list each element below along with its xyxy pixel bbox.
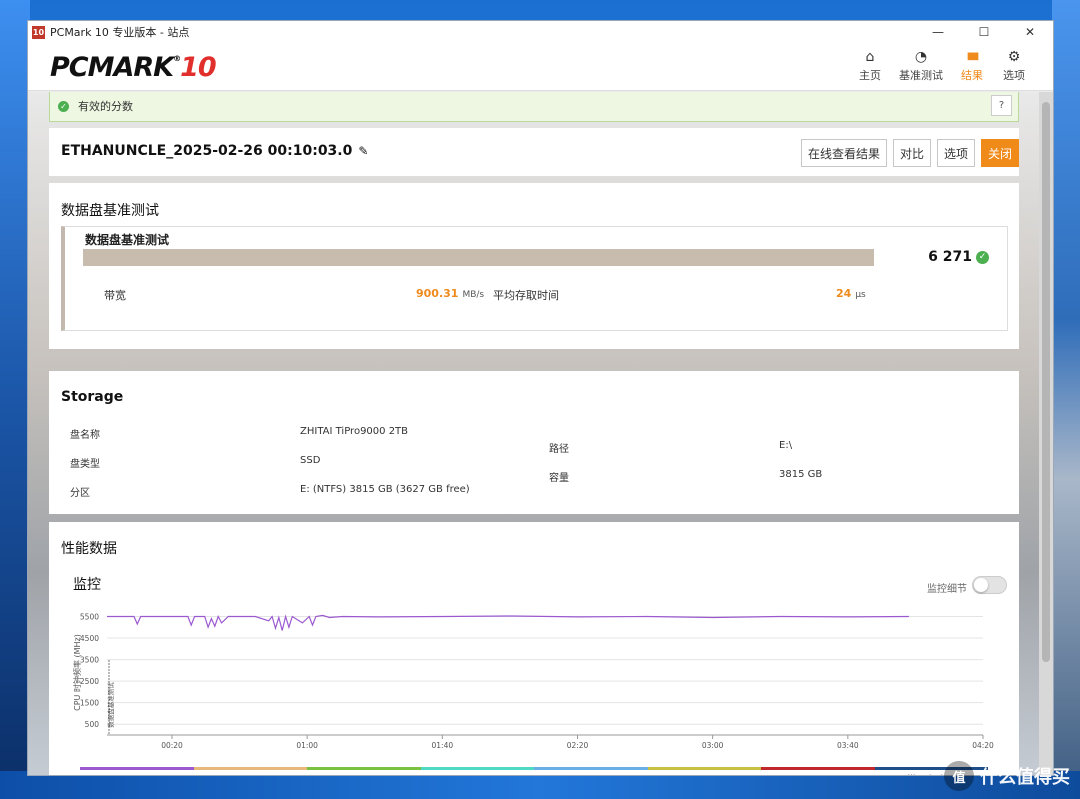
valid-score-banner: ✓ 有效的分数 ? — [49, 92, 1019, 122]
compare-button[interactable]: 对比 — [892, 139, 931, 167]
chart-legend: CPU 时钟频率 (MHz)GPU 内存时钟频率 (MHz)GPU核心时钟 (M… — [80, 767, 988, 775]
y-axis-label: CPU 时钟频率 (MHz) — [72, 634, 82, 711]
view-online-button[interactable]: 在线查看结果 — [800, 139, 887, 167]
nav-benchmarks-label: 基准测试 — [899, 69, 943, 82]
valid-score-text: 有效的分数 — [78, 100, 133, 113]
legend-item[interactable]: CPU 温度 (°C) — [420, 767, 534, 775]
desktop-background-right — [1052, 0, 1080, 799]
pencil-icon[interactable]: ✎ — [358, 144, 368, 158]
home-icon: ⌂ — [865, 49, 875, 65]
toggle-knob — [974, 578, 988, 592]
legend-item[interactable]: GPU核心时钟 (MHz) — [307, 767, 421, 775]
path-value: E:\ — [779, 440, 793, 451]
app-header: PCMARK®10 ⌂ 主页 ◔ 基准测试 ▮▮▮ 结果 ⚙ 选项 — [28, 43, 1053, 91]
gear-icon: ⚙ — [1007, 49, 1021, 65]
y-tick-label: 1500 — [80, 699, 99, 708]
benchmark-marker-label: 数据盘基准测试 — [106, 682, 115, 728]
drive-name-label: 盘名称 — [70, 430, 100, 441]
bandwidth-label: 带宽 — [104, 289, 126, 302]
benchmark-score: 6 271 ✓ — [928, 249, 989, 265]
legend-item[interactable]: GPU 内存时钟频率 (MHz) — [193, 767, 307, 775]
performance-section: 性能数据 监控 监控细节 500 1500 2500 3500 4500 5500 00:2… — [49, 522, 1019, 775]
benchmark-section: 数据盘基准测试 数据盘基准测试 6 271 ✓ 带宽 900.31 MB/s 平均存… — [49, 183, 1019, 349]
watermark-logo-icon: 值 — [944, 761, 974, 791]
nav-home[interactable]: ⌂ 主页 — [857, 47, 883, 83]
x-tick-label: 04:20 — [972, 741, 994, 750]
result-actions: 在线查看结果 对比 选项 关闭 — [800, 139, 1019, 167]
app-icon: 10 — [32, 25, 45, 39]
minimize-icon[interactable]: — — [915, 21, 961, 43]
result-name: ETHANUNCLE_2025-02-26 00:10:03.0 ✎ — [61, 143, 369, 159]
title-bar: 10 PCMark 10 专业版本 - 站点 — ☐ ✕ — [28, 21, 1053, 43]
y-tick-label: 4500 — [80, 634, 99, 643]
close-button[interactable]: 关闭 — [980, 139, 1019, 167]
nav-results-label: 结果 — [961, 69, 983, 82]
path-label: 路径 — [549, 444, 569, 455]
maximize-icon[interactable]: ☐ — [961, 21, 1007, 43]
check-icon: ✓ — [58, 100, 69, 112]
nav-options[interactable]: ⚙ 选项 — [1001, 47, 1027, 83]
y-tick-label: 5500 — [80, 612, 99, 621]
x-tick-label: 01:40 — [432, 741, 454, 750]
nav-home-label: 主页 — [859, 69, 881, 82]
score-bar — [83, 249, 874, 266]
monitor-title: 监控 — [73, 577, 101, 593]
scrollbar[interactable] — [1039, 92, 1053, 775]
check-icon: ✓ — [976, 250, 989, 264]
desktop-background-left — [0, 0, 30, 799]
x-tick-label: 02:20 — [567, 741, 589, 750]
storage-section: Storage 盘名称 ZHITAI TiPro9000 2TB 盘类型 SSD… — [49, 371, 1019, 514]
result-header: ETHANUNCLE_2025-02-26 00:10:03.0 ✎ 在线查看结果… — [49, 128, 1019, 176]
window-title: PCMark 10 专业版本 - 站点 — [50, 26, 190, 39]
drive-type-label: 盘类型 — [70, 459, 100, 470]
options-button[interactable]: 选项 — [936, 139, 975, 167]
monitor-details-label: 监控细节 — [927, 584, 967, 595]
series-line-1 — [107, 614, 909, 631]
benchmark-card-title: 数据盘基准测试 — [85, 233, 170, 247]
results-content: ✓ 有效的分数 ? ETHANUNCLE_2025-02-26 00:10:03… — [28, 92, 1041, 775]
nav-benchmarks[interactable]: ◔ 基准测试 — [899, 47, 943, 83]
gauge-icon: ◔ — [914, 49, 928, 65]
nav-results[interactable]: ▮▮▮ 结果 — [959, 47, 985, 83]
drive-type-value: SSD — [300, 455, 321, 466]
legend-item[interactable]: CPU 时钟频率 (MHz) — [80, 767, 194, 775]
partition-label: 分区 — [70, 488, 90, 499]
x-tick-label: 03:00 — [702, 741, 724, 750]
latency-label: 平均存取时间 — [493, 289, 559, 302]
x-tick-label: 03:40 — [837, 741, 859, 750]
storage-title: Storage — [61, 389, 124, 405]
benchmark-section-title: 数据盘基准测试 — [61, 203, 159, 219]
drive-name-value: ZHITAI TiPro9000 2TB — [300, 426, 409, 437]
legend-item[interactable]: GPU 负载 (%) — [761, 767, 875, 775]
close-icon[interactable]: ✕ — [1007, 21, 1053, 43]
legend-item[interactable]: CPU 功耗 (瓦特) — [647, 767, 761, 775]
legend-item[interactable]: GPU 温度 (°C) — [534, 767, 648, 775]
y-tick-label: 3500 — [80, 656, 99, 665]
pcmark-window: 10 PCMark 10 专业版本 - 站点 — ☐ ✕ PCMARK®10 ⌂… — [27, 20, 1054, 776]
latency-value: 24 μs — [836, 287, 866, 300]
benchmark-card: 数据盘基准测试 6 271 ✓ 带宽 900.31 MB/s 平均存取时间 24 μs — [61, 226, 1008, 331]
nav-options-label: 选项 — [1003, 69, 1025, 82]
pcmark-logo: PCMARK®10 — [50, 52, 217, 83]
monitor-details-toggle[interactable] — [972, 576, 1007, 594]
watermark: 值什么值得买 — [944, 761, 1070, 791]
bandwidth-value: 900.31 MB/s — [416, 287, 485, 300]
y-tick-label: 2500 — [80, 677, 99, 686]
main-nav: ⌂ 主页 ◔ 基准测试 ▮▮▮ 结果 ⚙ 选项 — [857, 47, 1027, 83]
y-tick-label: 500 — [85, 720, 100, 729]
capacity-value: 3815 GB — [779, 469, 823, 480]
capacity-label: 容量 — [549, 473, 569, 484]
performance-title: 性能数据 — [61, 541, 117, 557]
bar-chart-icon: ▮▮▮ — [966, 51, 979, 62]
x-tick-label: 00:20 — [161, 741, 183, 750]
partition-value: E: (NTFS) 3815 GB (3627 GB free) — [300, 484, 470, 495]
help-button[interactable]: ? — [991, 95, 1012, 116]
monitoring-chart: 500 1500 2500 3500 4500 5500 00:20 01:00 01:40 02… — [72, 612, 994, 750]
x-tick-label: 01:00 — [296, 741, 318, 750]
scrollbar-thumb[interactable] — [1042, 102, 1050, 662]
